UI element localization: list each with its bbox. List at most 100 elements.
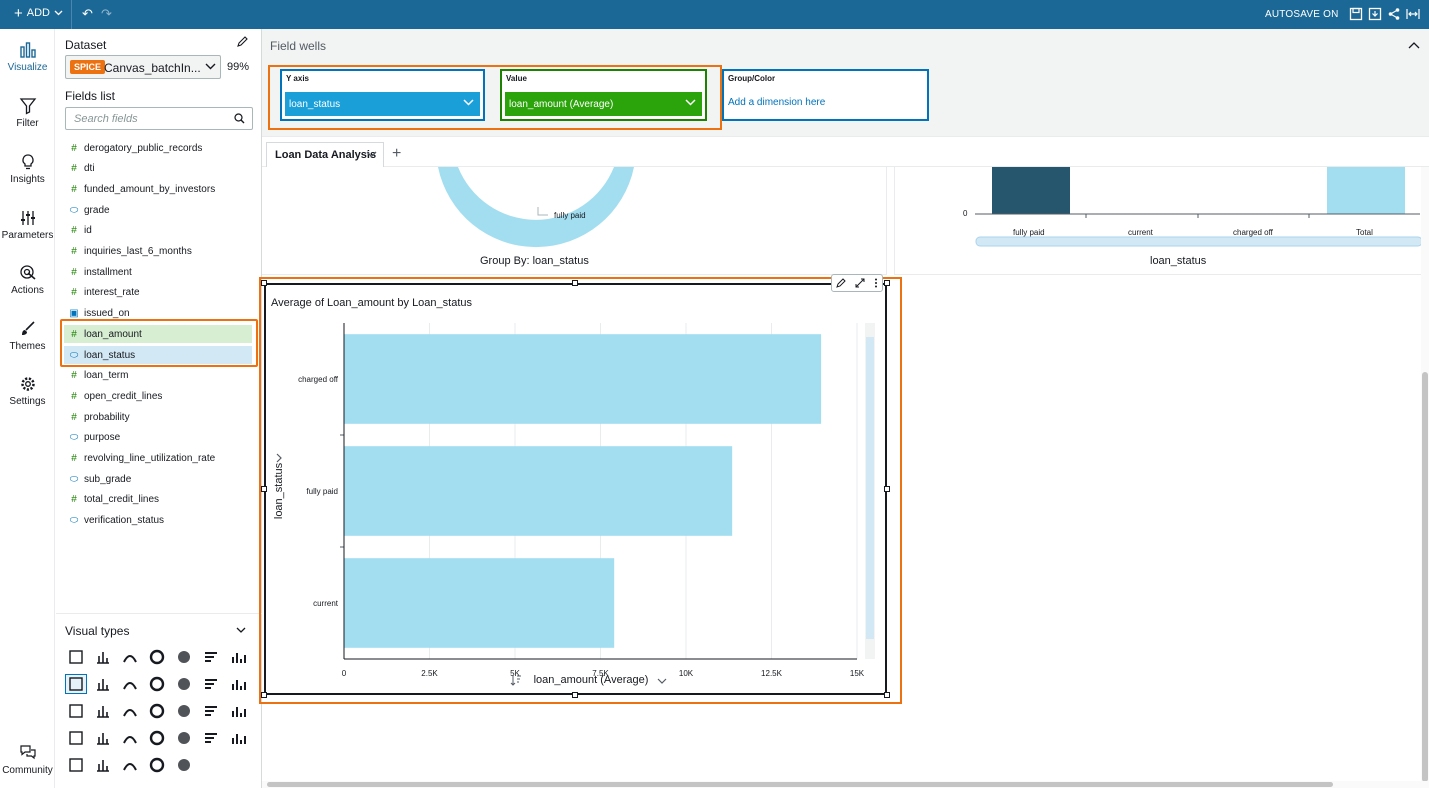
bar[interactable] [344,558,615,648]
vertical-scrollbar[interactable] [1421,167,1429,782]
save-icon[interactable] [1349,7,1363,21]
pencil-icon[interactable] [836,278,847,288]
rail-parameters[interactable]: Parameters [0,209,55,241]
resize-handle[interactable] [572,280,578,286]
expand-icon[interactable] [855,278,865,288]
waterfall-icon[interactable] [173,674,195,694]
bar[interactable] [344,446,733,536]
field-item[interactable]: # inquiries_last_6_months [64,243,252,261]
radar-icon[interactable] [65,755,87,775]
vertical-stacked-100-icon[interactable] [146,674,168,694]
insight-icon[interactable] [92,755,114,775]
horizontal-bar-icon[interactable] [200,647,222,667]
field-item[interactable]: # funded_amount_by_investors [64,180,252,198]
sankey-icon[interactable] [173,728,195,748]
fit-width-icon[interactable] [1406,7,1420,21]
add-dimension-link[interactable]: Add a dimension here [728,97,825,108]
scatter-icon[interactable] [92,728,114,748]
add-sheet-button[interactable]: + [392,145,401,163]
search-input[interactable]: Search fields [65,107,253,130]
field-item[interactable]: # loan_term [64,367,252,385]
chevron-up-icon[interactable] [1408,41,1420,49]
rail-actions[interactable]: Actions [0,264,55,296]
resize-handle[interactable] [261,280,267,286]
rail-themes[interactable]: Themes [0,320,55,352]
field-item[interactable]: ⬭ grade [64,201,252,219]
word-cloud-icon[interactable] [119,755,141,775]
field-item[interactable]: # revolving_line_utilization_rate [64,450,252,468]
tab-loan-data-analysis[interactable]: Loan Data Analysis [266,142,384,167]
scroll-thumb[interactable] [267,782,1333,787]
autograph-icon[interactable] [65,647,87,667]
rail-community[interactable]: Community [0,744,55,776]
funnel-chart-icon[interactable] [146,728,168,748]
pie-icon[interactable] [173,647,195,667]
rail-insights[interactable]: Insights [0,153,55,185]
kpi-icon[interactable] [92,647,114,667]
value-well[interactable]: Value loan_amount (Average) [500,69,707,121]
chevron-down-icon[interactable] [236,625,246,635]
box-plot-icon[interactable] [146,701,168,721]
field-item[interactable]: # open_credit_lines [64,387,252,405]
field-item[interactable]: # probability [64,408,252,426]
filled-map-icon[interactable] [227,728,249,748]
image-icon[interactable] [146,755,168,775]
chevron-down-icon[interactable] [366,151,377,159]
field-item[interactable]: # id [64,222,252,240]
rail-visualize[interactable]: Visualize [0,41,55,73]
histogram-icon[interactable] [119,728,141,748]
add-button[interactable]: + ADD [14,6,63,21]
field-item[interactable]: ⬭ verification_status [64,512,252,530]
undo-icon[interactable]: ↶ [82,6,93,22]
table-icon[interactable] [173,701,195,721]
resize-handle[interactable] [884,486,890,492]
geo-map-icon[interactable] [200,728,222,748]
redo-icon[interactable]: ↷ [101,6,112,22]
bar-visual-top[interactable]: 0 fully paid current charged off Total l… [894,167,1423,275]
y-axis-field-pill[interactable]: loan_status [285,92,480,116]
heatmap-icon[interactable] [227,701,249,721]
line-icon[interactable] [200,674,222,694]
combo-line-icon[interactable] [92,701,114,721]
group-color-well[interactable]: Group/Color Add a dimension here [722,69,929,121]
field-item[interactable]: # installment [64,263,252,281]
average-loan-amount-visual[interactable]: Average of Loan_amount by Loan_status 02… [264,283,887,695]
area-icon[interactable] [227,674,249,694]
dataset-select[interactable]: SPICE Canvas_batchIn... [65,55,221,79]
pivot-table-icon[interactable] [200,701,222,721]
field-item[interactable]: ⬭ sub_grade [64,470,252,488]
more-vertical-icon[interactable] [874,278,878,288]
value-field-pill[interactable]: loan_amount (Average) [505,92,702,116]
autosave-status[interactable]: AUTOSAVE ON [1265,9,1339,20]
custom-visual-icon[interactable] [173,755,195,775]
field-item[interactable]: # dti [64,160,252,178]
rail-settings[interactable]: Settings [0,375,55,407]
donut-icon[interactable] [146,647,168,667]
field-item[interactable]: # interest_rate [64,284,252,302]
resize-handle[interactable] [884,280,890,286]
resize-handle[interactable] [261,692,267,698]
rail-filter[interactable]: Filter [0,97,55,129]
vertical-bar-icon[interactable] [227,647,249,667]
field-item[interactable]: # total_credit_lines [64,491,252,509]
horizontal-scrollbar[interactable] [262,781,1429,788]
resize-handle[interactable] [261,486,267,492]
horizontal-stacked-bar-icon[interactable] [119,674,141,694]
donut-visual[interactable]: fully paid Group By: loan_status [262,167,887,275]
resize-handle[interactable] [884,692,890,698]
download-icon[interactable] [1368,7,1382,21]
bar[interactable] [344,334,822,424]
resize-handle[interactable] [572,692,578,698]
stacked-vertical-bar-icon[interactable] [92,674,114,694]
share-icon[interactable] [1387,7,1401,21]
gauge-icon[interactable] [119,647,141,667]
treemap-icon[interactable] [65,728,87,748]
field-item[interactable]: ⬭ purpose [64,429,252,447]
horizontal-bar-selected-icon[interactable] [65,674,87,694]
combo-bar-icon[interactable] [119,701,141,721]
field-item[interactable]: # derogatory_public_records [64,139,252,157]
scroll-thumb[interactable] [1422,372,1428,782]
pencil-icon[interactable] [236,36,248,48]
y-axis-well[interactable]: Y axis loan_status [280,69,485,121]
stacked-area-icon[interactable] [65,701,87,721]
